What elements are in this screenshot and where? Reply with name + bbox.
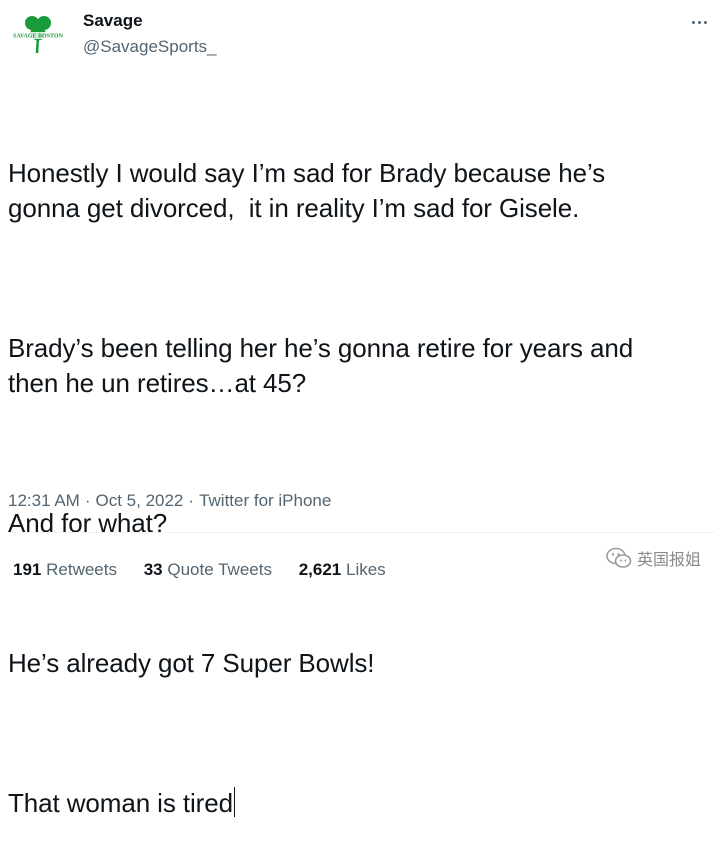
avatar[interactable]: SAVAGE BOSTON <box>10 12 66 56</box>
tweet-paragraph: He’s already got 7 Super Bowls! <box>8 648 375 678</box>
retweets-count: 191 <box>13 560 42 579</box>
retweets-label: Retweets <box>46 560 117 579</box>
tweet-source[interactable]: Twitter for iPhone <box>199 491 331 510</box>
tweet-text: Honestly I would say I’m sad for Brady b… <box>8 86 713 856</box>
tweet-stats: 191 Retweets 33 Quote Tweets 2,621 Likes <box>13 560 408 580</box>
tweet-paragraph: And for what? <box>8 508 168 538</box>
watermark: 英国报姐 <box>606 546 701 570</box>
avatar-text: SAVAGE BOSTON <box>13 34 64 40</box>
quotes-label: Quote Tweets <box>167 560 272 579</box>
tweet-date[interactable]: Oct 5, 2022 <box>96 491 184 510</box>
watermark-text: 英国报姐 <box>636 552 701 569</box>
meta-separator: · <box>188 491 195 510</box>
tweet-paragraph-last: That woman is tired <box>8 786 713 821</box>
tweet-time[interactable]: 12:31 AM <box>8 491 80 510</box>
more-dots-icon <box>691 20 695 24</box>
likes-count: 2,621 <box>298 560 342 579</box>
tweet-paragraph-text: That woman is tired <box>8 788 233 818</box>
more-dots-icon <box>697 20 701 24</box>
likes-stat[interactable]: 2,621 Likes <box>299 560 386 579</box>
meta-separator: · <box>84 491 91 510</box>
quote-tweets-stat[interactable]: 33 Quote Tweets <box>144 560 272 579</box>
text-cursor <box>233 787 236 817</box>
quotes-count: 33 <box>143 560 163 579</box>
tweet-paragraph: Brady’s been telling her he’s gonna reti… <box>8 333 634 398</box>
more-options-button[interactable] <box>685 8 713 36</box>
likes-label: Likes <box>345 560 386 579</box>
retweets-stat[interactable]: 191 Retweets <box>13 560 117 579</box>
divider <box>8 532 715 533</box>
user-handle[interactable]: @SavageSports_ <box>83 37 217 57</box>
more-dots-icon <box>703 20 707 24</box>
display-name[interactable]: Savage <box>83 11 143 31</box>
wechat-icon <box>606 547 632 568</box>
tweet-meta: 12:31 AM · Oct 5, 2022 · Twitter for iPhone <box>8 491 331 511</box>
tweet-paragraph: Honestly I would say I’m sad for Brady b… <box>8 158 606 223</box>
tweet-header: SAVAGE BOSTON Savage @SavageSports_ <box>0 0 723 72</box>
